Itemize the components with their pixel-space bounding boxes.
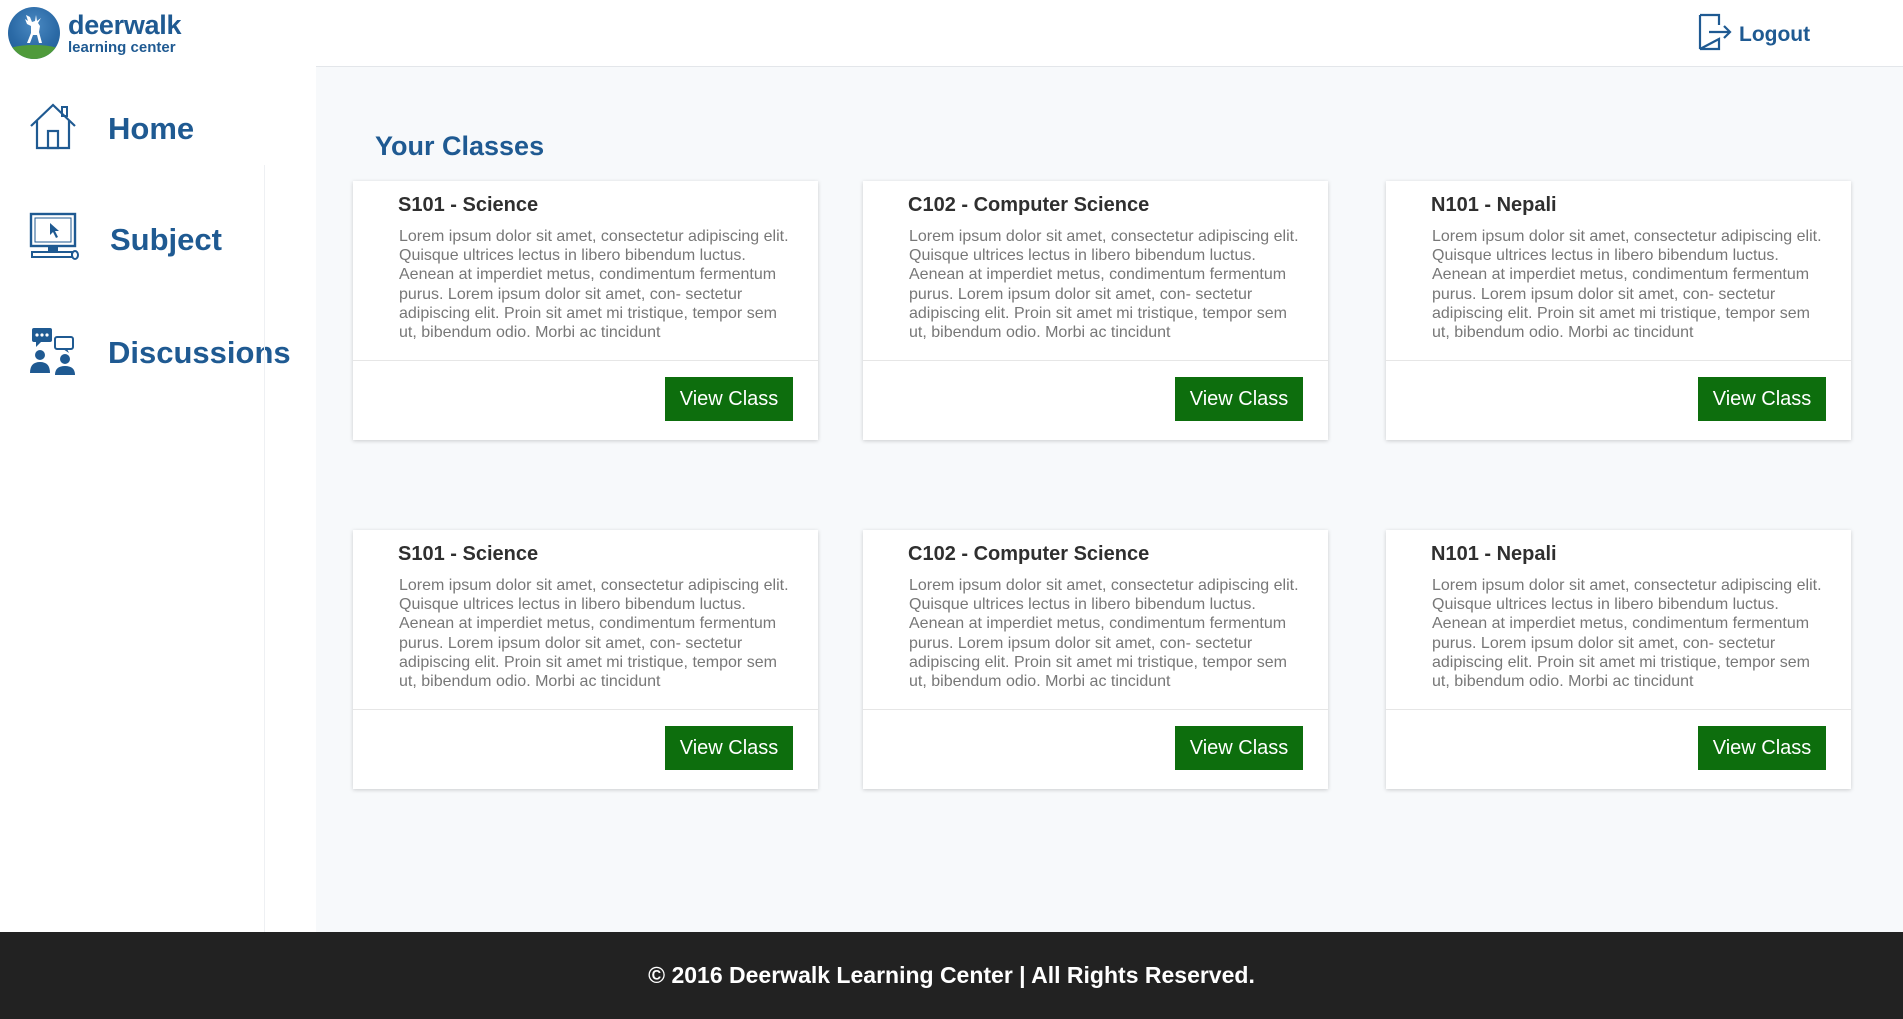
view-class-button[interactable]: View Class: [1175, 377, 1303, 421]
class-title: C102 - Computer Science: [908, 543, 1150, 565]
sidebar-item-label: Home: [108, 110, 195, 146]
class-card: S101 - Science Lorem ipsum dolor sit ame…: [353, 530, 818, 789]
home-icon: [28, 101, 78, 156]
class-card: C102 - Computer Science Lorem ipsum dolo…: [863, 181, 1328, 440]
sidebar-item-label: Subject: [110, 221, 222, 257]
class-description: Lorem ipsum dolor sit amet, consectetur …: [399, 228, 789, 339]
class-card: S101 - Science Lorem ipsum dolor sit ame…: [353, 181, 818, 440]
top-header: deerwalk learning center Logout: [0, 0, 1903, 67]
class-title: S101 - Science: [398, 194, 539, 216]
card-divider: [1386, 709, 1851, 710]
class-description: Lorem ipsum dolor sit amet, consectetur …: [1432, 577, 1822, 688]
monitor-icon: [28, 211, 80, 268]
class-card: N101 - Nepali Lorem ipsum dolor sit amet…: [1386, 530, 1851, 789]
card-divider: [1386, 360, 1851, 361]
class-title: N101 - Nepali: [1431, 543, 1557, 565]
sidebar-item-home[interactable]: Home: [28, 101, 194, 156]
view-class-button[interactable]: View Class: [665, 377, 793, 421]
card-divider: [353, 360, 818, 361]
class-title: N101 - Nepali: [1431, 194, 1557, 216]
discussion-icon: [28, 325, 78, 380]
class-title: C102 - Computer Science: [908, 194, 1150, 216]
sidebar-divider: [264, 165, 265, 932]
logout-button[interactable]: Logout: [1697, 12, 1810, 57]
sidebar: Home Subject Discussions: [0, 67, 316, 932]
view-class-button[interactable]: View Class: [1698, 377, 1826, 421]
logo[interactable]: deerwalk learning center: [8, 7, 181, 59]
view-class-button[interactable]: View Class: [1698, 726, 1826, 770]
copyright-text: © 2016 Deerwalk Learning Center | All Ri…: [648, 962, 1255, 988]
logout-icon: [1697, 12, 1733, 57]
logo-subtitle: learning center: [68, 38, 176, 56]
class-card: C102 - Computer Science Lorem ipsum dolo…: [863, 530, 1328, 789]
card-divider: [863, 709, 1328, 710]
view-class-button[interactable]: View Class: [1175, 726, 1303, 770]
card-divider: [863, 360, 1328, 361]
page-title: Your Classes: [375, 131, 545, 161]
class-description: Lorem ipsum dolor sit amet, consectetur …: [399, 577, 789, 688]
card-divider: [353, 709, 818, 710]
logo-title: deerwalk: [68, 9, 182, 40]
class-card: N101 - Nepali Lorem ipsum dolor sit amet…: [1386, 181, 1851, 440]
class-description: Lorem ipsum dolor sit amet, consectetur …: [909, 228, 1299, 339]
class-description: Lorem ipsum dolor sit amet, consectetur …: [1432, 228, 1822, 339]
class-description: Lorem ipsum dolor sit amet, consectetur …: [909, 577, 1299, 688]
class-title: S101 - Science: [398, 543, 539, 565]
logout-label: Logout: [1739, 22, 1811, 46]
sidebar-item-subject[interactable]: Subject: [28, 211, 222, 268]
view-class-button[interactable]: View Class: [665, 726, 793, 770]
deer-logo-icon: [8, 7, 60, 59]
footer: © 2016 Deerwalk Learning Center | All Ri…: [0, 932, 1903, 1019]
sidebar-item-discussions[interactable]: Discussions: [28, 325, 291, 380]
